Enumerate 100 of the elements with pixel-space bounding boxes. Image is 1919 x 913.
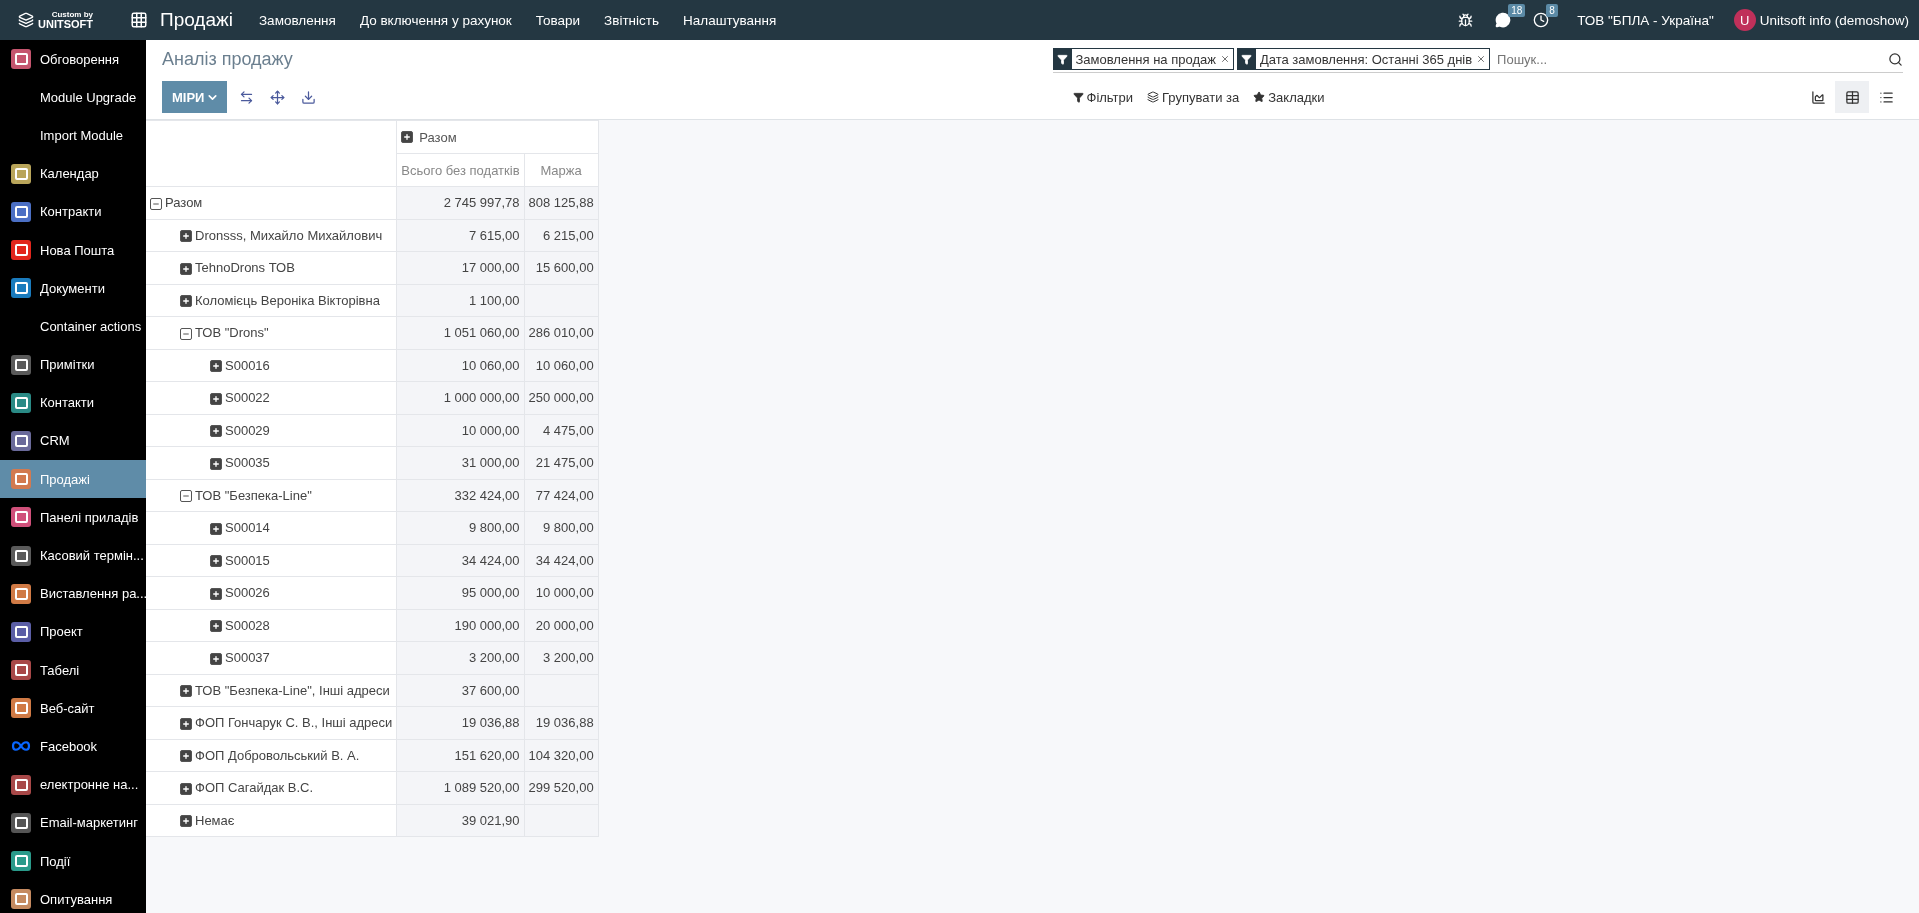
row-header[interactable]: S00016: [146, 349, 397, 382]
value-cell: 10 060,00: [396, 349, 525, 382]
sidebar-item[interactable]: Документи: [0, 269, 146, 308]
row-header[interactable]: Коломієць Вероніка Вікторівна: [146, 284, 397, 317]
row-header[interactable]: S00028: [146, 609, 397, 642]
sidebar-item[interactable]: Продажі: [0, 460, 146, 499]
row-header[interactable]: S00026: [146, 576, 397, 609]
row-header[interactable]: TehnoDrons ТОВ: [146, 251, 397, 284]
logo-icon: [18, 12, 34, 28]
value-cell: 37 600,00: [396, 674, 525, 707]
menu-item[interactable]: Замовлення: [258, 12, 336, 28]
value-cell: 104 320,00: [524, 739, 599, 772]
filter-icon: [1072, 91, 1084, 103]
row-header[interactable]: Dronsss, Михайло Михайлович: [146, 219, 397, 252]
value-cell: 20 000,00: [524, 609, 599, 642]
sidebar-item[interactable]: Веб-сайт: [0, 689, 146, 728]
sidebar-item[interactable]: Контракти: [0, 192, 146, 231]
measures-button[interactable]: МІРИ: [162, 81, 228, 113]
row-header[interactable]: S00014: [146, 511, 397, 544]
sidebar-item[interactable]: Проект: [0, 612, 146, 651]
filter-icon: [1241, 53, 1253, 65]
move-arrows-icon: [270, 89, 286, 105]
brand-tagline: Custom by: [51, 10, 93, 19]
sidebar-item[interactable]: CRM: [0, 421, 146, 461]
row-header[interactable]: ФОП Добровольський В. А.: [146, 739, 397, 772]
sidebar-item[interactable]: Обговорення: [0, 40, 146, 79]
value-cell: 39 021,90: [396, 804, 525, 837]
menu-item[interactable]: Звітність: [604, 12, 659, 28]
filters-button[interactable]: Фільтри: [1072, 89, 1134, 105]
value-cell: 1 089 520,00: [396, 771, 525, 804]
search-icon[interactable]: [1888, 51, 1903, 67]
value-cell: 10 000,00: [524, 576, 599, 609]
value-cell: 31 000,00: [396, 446, 525, 479]
row-header[interactable]: ФОП Сагайдак В.С.: [146, 771, 397, 804]
row-header[interactable]: S00037: [146, 641, 397, 674]
row-header[interactable]: S00035: [146, 446, 397, 479]
sidebar-item[interactable]: Виставлення ра...: [0, 574, 146, 613]
row-header[interactable]: ТОВ "Безпека-Line": [146, 479, 397, 512]
user-menu[interactable]: Unitsoft info (demoshow): [1759, 12, 1909, 28]
row-header[interactable]: S00022: [146, 381, 397, 414]
sidebar-item[interactable]: Facebook: [0, 727, 146, 766]
page-title: Аналіз продажу: [162, 49, 294, 70]
sidebar-item[interactable]: Контакти: [0, 383, 146, 422]
message-count: 18: [1508, 4, 1526, 17]
value-cell: 9 800,00: [524, 511, 599, 544]
menu-item[interactable]: Налаштування: [683, 12, 777, 28]
sidebar-item[interactable]: Module Upgrade: [0, 78, 146, 117]
group-by-button[interactable]: Групувати за: [1147, 89, 1240, 105]
row-header[interactable]: S00015: [146, 544, 397, 577]
company-switcher[interactable]: ТОВ "БПЛА - Україна": [1577, 12, 1714, 28]
sidebar-item[interactable]: Табелі: [0, 651, 146, 690]
value-cell: 1 000 000,00: [396, 381, 525, 414]
sidebar-item[interactable]: Container actions: [0, 307, 146, 346]
row-header[interactable]: Разом: [146, 186, 397, 219]
sidebar-item[interactable]: Події: [0, 841, 146, 881]
menu-item[interactable]: До включення у рахунок: [359, 12, 512, 28]
activity-count: 8: [1546, 4, 1558, 17]
value-cell: 19 036,88: [524, 706, 599, 739]
value-cell: 286 010,00: [524, 316, 599, 349]
sidebar-item[interactable]: Примітки: [0, 345, 146, 384]
sidebar-item[interactable]: Email-маркетинг: [0, 803, 146, 842]
sidebar-item[interactable]: Опитування: [0, 880, 146, 913]
sidebar-item[interactable]: Панелі приладів: [0, 498, 146, 537]
row-header[interactable]: ТОВ "Drons": [146, 316, 397, 349]
list-icon: [1878, 89, 1894, 105]
view-switch-button[interactable]: [1835, 81, 1869, 113]
row-header[interactable]: ТОВ "Безпека-Line", Інші адреси: [146, 674, 397, 707]
value-cell: 21 475,00: [524, 446, 599, 479]
close-icon[interactable]: [1476, 54, 1487, 64]
value-cell: 3 200,00: [396, 641, 525, 674]
value-cell: 332 424,00: [396, 479, 525, 512]
search-field[interactable]: Замовлення на продаж Дата замовлення: Останні 365 днів Пошук...: [1052, 46, 1903, 73]
bug-icon[interactable]: [1458, 12, 1474, 28]
close-icon[interactable]: [1219, 54, 1230, 64]
chat-icon[interactable]: [1495, 12, 1512, 28]
favorites-button[interactable]: Закладки: [1253, 89, 1325, 105]
value-cell: 190 000,00: [396, 609, 525, 642]
app-title: Продажі: [160, 9, 233, 31]
apps-menu-icon[interactable]: [130, 11, 148, 29]
column-group-header[interactable]: Разом: [396, 120, 599, 154]
sidebar-item[interactable]: Нова Пошта: [0, 230, 146, 270]
brand-name: UNITSOFT: [38, 18, 93, 30]
area-chart-icon: [1810, 89, 1826, 105]
filter-facet[interactable]: Дата замовлення: Останні 365 днів: [1236, 48, 1491, 70]
row-header[interactable]: Немає: [146, 804, 397, 837]
clock-icon[interactable]: [1533, 12, 1550, 28]
row-header[interactable]: S00029: [146, 414, 397, 447]
measure-header[interactable]: Маржа: [524, 153, 599, 187]
value-cell: 34 424,00: [396, 544, 525, 577]
menu-item[interactable]: Товари: [535, 12, 581, 28]
filter-facet[interactable]: Замовлення на продаж: [1052, 48, 1234, 70]
sidebar-item[interactable]: Касовий термін...: [0, 536, 146, 575]
sidebar-item[interactable]: електронне на...: [0, 765, 146, 804]
user-avatar[interactable]: U: [1733, 9, 1756, 31]
value-cell: 151 620,00: [396, 739, 525, 772]
sidebar-item[interactable]: Import Module: [0, 116, 146, 155]
row-header[interactable]: ФОП Гончарук С. В., Інші адреси: [146, 706, 397, 739]
sidebar-item[interactable]: Календар: [0, 154, 146, 193]
measure-header[interactable]: Всього без податків: [396, 153, 525, 187]
value-cell: 34 424,00: [524, 544, 599, 577]
